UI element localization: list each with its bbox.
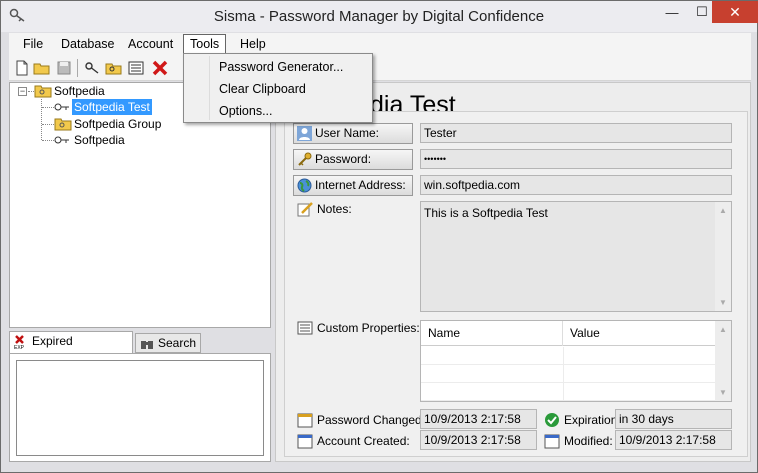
binoculars-icon — [141, 341, 153, 349]
internet-address-button[interactable]: Internet Address: — [293, 175, 413, 196]
tree-node-label: Softpedia — [54, 84, 105, 98]
collapse-expander[interactable]: − — [18, 87, 27, 96]
menu-item-password-generator[interactable]: Password Generator... — [187, 56, 369, 78]
menu-file[interactable]: File — [17, 34, 49, 54]
app-window: Sisma - Password Manager by Digital Conf… — [0, 0, 758, 473]
close-button[interactable]: ✕ — [712, 1, 758, 23]
open-folder-icon[interactable] — [33, 59, 51, 77]
table-row[interactable] — [421, 383, 717, 401]
tab-expired-passwords[interactable]: EXP Expired Passwords — [9, 331, 133, 366]
menu-item-options[interactable]: Options... — [187, 100, 369, 122]
title-bar[interactable]: Sisma - Password Manager by Digital Conf… — [1, 1, 758, 32]
svg-text:EXP: EXP — [14, 345, 25, 349]
tree-line — [42, 107, 54, 108]
user-name-button[interactable]: User Name: — [293, 123, 413, 144]
password-changed-caption: Password Changed: — [297, 412, 425, 428]
tree-line — [42, 140, 54, 141]
notepad-pencil-icon — [297, 202, 313, 217]
list-icon — [297, 321, 313, 335]
add-group-icon[interactable] — [105, 59, 123, 77]
custom-properties-grid[interactable]: Name Value ▲ ▼ — [420, 320, 732, 402]
key-icon — [54, 103, 69, 111]
user-name-field[interactable]: Tester — [420, 123, 732, 143]
bottom-tabs: EXP Expired Passwords Search — [9, 331, 271, 366]
menu-bar: File Database Account Tools Help — [9, 33, 751, 55]
key-icon — [54, 136, 69, 144]
calendar-icon — [544, 434, 560, 449]
user-icon — [297, 126, 312, 141]
internet-address-label: Internet Address: — [315, 178, 406, 192]
expiration-caption: Expiration: — [544, 412, 621, 428]
minimize-button[interactable]: — — [657, 1, 687, 23]
tree-node-label: Softpedia Group — [74, 117, 162, 131]
tools-dropdown-menu: Password Generator... Clear Clipboard Op… — [183, 53, 373, 123]
password-label: Password: — [315, 152, 372, 166]
table-row[interactable] — [421, 347, 717, 365]
notes-textarea[interactable]: This is a Softpedia Test ▲ ▼ — [420, 201, 732, 312]
notes-label: Notes: — [317, 202, 352, 216]
globe-icon — [297, 178, 312, 193]
account-created-label: Account Created: — [317, 434, 410, 448]
calendar-icon — [297, 434, 313, 449]
toolbar-separator — [77, 59, 78, 77]
scroll-up-icon[interactable]: ▲ — [718, 325, 728, 334]
expired-passwords-panel — [9, 353, 271, 462]
expired-icon: EXP — [14, 335, 25, 349]
password-button[interactable]: Password: — [293, 149, 413, 170]
calendar-icon — [297, 413, 313, 428]
tab-label: Search — [158, 336, 197, 350]
password-changed-field[interactable]: 10/9/2013 2:17:58 — [420, 409, 537, 429]
check-circle-icon — [545, 413, 559, 427]
scroll-down-icon[interactable]: ▼ — [718, 388, 728, 397]
key-icon — [298, 152, 312, 166]
custom-properties-label: Custom Properties: — [317, 321, 420, 335]
column-header-name[interactable]: Name — [421, 321, 563, 346]
window-title: Sisma - Password Manager by Digital Conf… — [213, 8, 545, 25]
custom-properties-caption: Custom Properties: — [297, 320, 420, 336]
scroll-down-icon[interactable]: ▼ — [718, 298, 728, 307]
toolbar — [9, 55, 751, 81]
column-header-value[interactable]: Value — [563, 321, 717, 346]
modified-caption: Modified: — [544, 433, 613, 449]
menu-tools[interactable]: Tools — [183, 34, 227, 54]
grid-header: Name Value — [421, 321, 717, 346]
tab-search[interactable]: Search — [135, 333, 201, 353]
user-name-label: User Name: — [315, 126, 380, 140]
save-icon[interactable] — [55, 59, 73, 77]
table-row[interactable] — [421, 365, 717, 383]
new-document-icon[interactable] — [13, 59, 31, 77]
tree-node-label: Softpedia Test — [72, 99, 152, 115]
expired-passwords-list[interactable] — [16, 360, 264, 456]
menu-database[interactable]: Database — [55, 34, 121, 54]
modified-label: Modified: — [564, 434, 613, 448]
open-folder-icon — [34, 85, 52, 98]
menu-item-clear-clipboard[interactable]: Clear Clipboard — [187, 78, 369, 100]
notes-text: This is a Softpedia Test — [424, 206, 548, 220]
notes-caption: Notes: — [297, 201, 352, 217]
modified-field[interactable]: 10/9/2013 2:17:58 — [615, 430, 732, 450]
tree-line — [42, 124, 54, 125]
menu-account[interactable]: Account — [122, 34, 179, 54]
menu-help[interactable]: Help — [234, 34, 272, 54]
expiration-label: Expiration: — [564, 413, 621, 427]
delete-icon[interactable] — [151, 59, 169, 77]
folder-icon — [54, 118, 72, 131]
tree-node-label: Softpedia — [74, 133, 125, 147]
scroll-up-icon[interactable]: ▲ — [718, 206, 728, 215]
account-created-caption: Account Created: — [297, 433, 410, 449]
password-changed-label: Password Changed: — [317, 413, 426, 427]
tree-line — [41, 99, 42, 140]
grid-scrollbar[interactable]: ▲ ▼ — [715, 321, 731, 401]
expiration-field[interactable]: in 30 days — [615, 409, 732, 429]
internet-address-field[interactable]: win.softpedia.com — [420, 175, 732, 195]
password-field[interactable]: ••••••• — [420, 149, 732, 169]
notes-scrollbar[interactable]: ▲ ▼ — [715, 202, 731, 311]
properties-icon[interactable] — [127, 59, 145, 77]
account-created-field[interactable]: 10/9/2013 2:17:58 — [420, 430, 537, 450]
add-account-icon[interactable] — [83, 59, 101, 77]
